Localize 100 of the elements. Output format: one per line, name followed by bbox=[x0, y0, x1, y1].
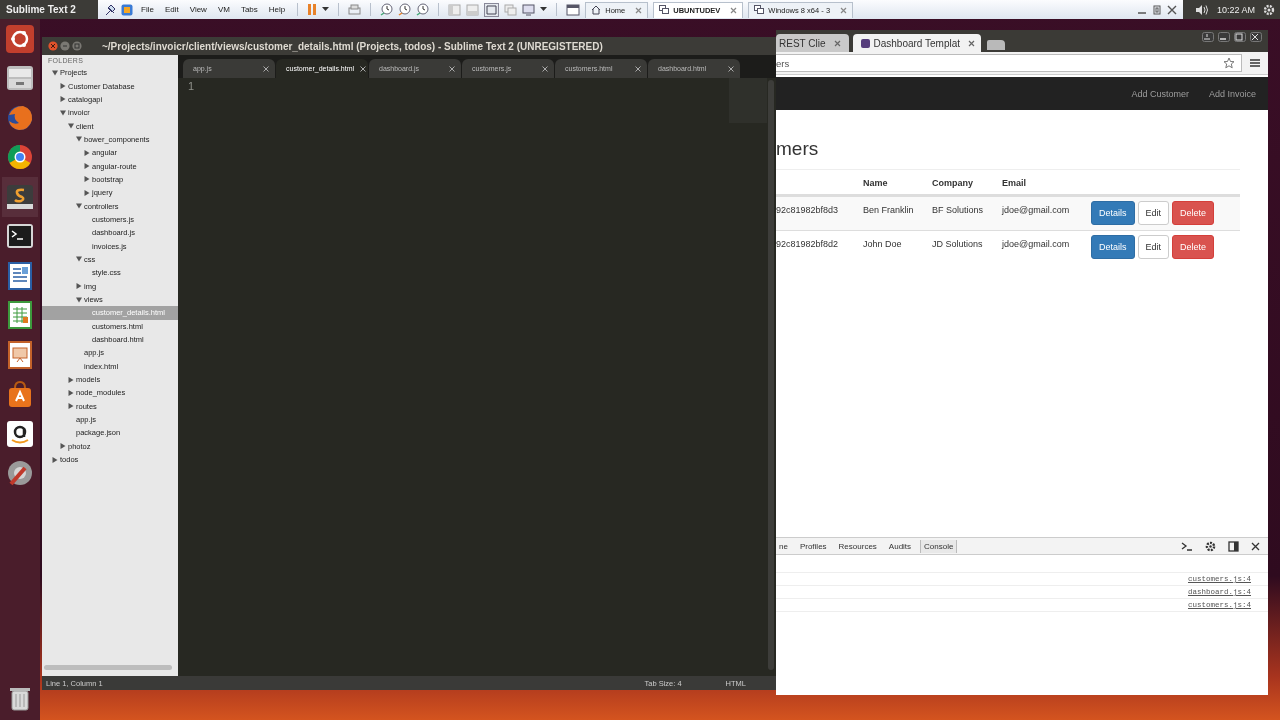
home-icon bbox=[591, 5, 602, 15]
page-heading: mers bbox=[776, 138, 820, 160]
gear-icon[interactable] bbox=[1205, 540, 1216, 552]
close-icon[interactable] bbox=[1251, 541, 1260, 551]
expanded-arrow-icon[interactable] bbox=[76, 296, 82, 303]
restore-icon[interactable] bbox=[1152, 4, 1162, 15]
prompt-icon[interactable] bbox=[1181, 541, 1193, 551]
action-button[interactable]: Details bbox=[1091, 235, 1135, 259]
browser-tab[interactable]: Dashboard Templat bbox=[852, 34, 981, 52]
pin-icon[interactable] bbox=[104, 3, 116, 16]
close-icon[interactable] bbox=[968, 39, 976, 47]
menu-icon[interactable] bbox=[1250, 58, 1260, 68]
menu-item[interactable]: VM bbox=[214, 5, 233, 14]
action-button[interactable]: Delete bbox=[1172, 235, 1215, 259]
round-logo-icon[interactable] bbox=[5, 23, 35, 54]
spreadsheet-icon[interactable] bbox=[5, 300, 35, 331]
close-icon[interactable] bbox=[449, 65, 455, 72]
caret-icon[interactable] bbox=[540, 7, 548, 12]
menu-item[interactable]: File bbox=[138, 5, 157, 14]
window-icon[interactable] bbox=[566, 3, 581, 16]
action-button[interactable]: Edit bbox=[1137, 201, 1170, 225]
devtools-tab[interactable]: Audits bbox=[885, 539, 915, 553]
close-icon[interactable] bbox=[542, 65, 548, 72]
devtools-tab[interactable]: Profiles bbox=[796, 539, 830, 553]
app-logo-icon[interactable] bbox=[121, 3, 133, 16]
collapsed-arrow-icon[interactable] bbox=[84, 163, 90, 170]
caret-icon[interactable] bbox=[322, 7, 330, 12]
expanded-arrow-icon[interactable] bbox=[76, 203, 82, 210]
menu-item[interactable]: Edit bbox=[161, 5, 182, 14]
screens-icon bbox=[754, 5, 765, 15]
menu-item[interactable]: View bbox=[186, 5, 210, 14]
close-icon[interactable] bbox=[1167, 4, 1177, 15]
horizontal-scrollbar[interactable] bbox=[44, 665, 172, 670]
star-icon[interactable] bbox=[1223, 57, 1235, 69]
clock-time[interactable]: 10:22 AM bbox=[1217, 4, 1256, 15]
nav-link[interactable]: Add Customer bbox=[1131, 88, 1189, 99]
close-icon[interactable] bbox=[635, 65, 641, 72]
collapsed-arrow-icon[interactable] bbox=[60, 83, 66, 89]
table-cell-text: jdoe@gmail.com bbox=[1002, 238, 1071, 249]
fullscreen-icon[interactable] bbox=[484, 2, 500, 17]
new-tab-button[interactable] bbox=[986, 40, 1005, 50]
close-button[interactable] bbox=[48, 41, 58, 51]
expanded-arrow-icon[interactable] bbox=[52, 69, 58, 76]
collapsed-arrow-icon[interactable] bbox=[84, 176, 90, 183]
table-cell-text: BF Solutions bbox=[932, 204, 985, 215]
dock-icon[interactable] bbox=[1228, 540, 1239, 552]
devtools-tab[interactable]: Resources bbox=[835, 539, 880, 553]
column-header: Company bbox=[932, 178, 974, 188]
maximize-button[interactable] bbox=[72, 41, 82, 51]
close-icon[interactable] bbox=[360, 65, 367, 72]
expanded-arrow-icon[interactable] bbox=[68, 123, 74, 130]
close-icon[interactable] bbox=[263, 65, 269, 72]
active-app-name: Sublime Text 2 bbox=[6, 4, 76, 15]
minimize-button[interactable] bbox=[60, 41, 70, 51]
collapsed-arrow-icon[interactable] bbox=[60, 443, 66, 450]
minimize-button[interactable] bbox=[1218, 32, 1230, 42]
browser-tab[interactable]: REST Clie bbox=[776, 34, 849, 52]
expanded-arrow-icon[interactable] bbox=[60, 109, 66, 116]
table-cell-text: Ben Franklin bbox=[863, 204, 915, 215]
clock-icon[interactable] bbox=[416, 3, 430, 16]
action-button[interactable]: Delete bbox=[1172, 201, 1215, 225]
close-button[interactable] bbox=[1250, 32, 1262, 42]
collapsed-arrow-icon[interactable] bbox=[68, 376, 74, 383]
table-cell-text: jdoe@gmail.com bbox=[1002, 204, 1071, 215]
expanded-arrow-icon[interactable] bbox=[76, 256, 82, 263]
expanded-arrow-icon[interactable] bbox=[76, 136, 82, 143]
collapsed-arrow-icon[interactable] bbox=[84, 189, 90, 196]
collapsed-arrow-icon[interactable] bbox=[60, 96, 66, 103]
table-cell-text: JD Solutions bbox=[932, 238, 984, 249]
devtools-tab[interactable]: Console bbox=[920, 539, 958, 553]
profile-button[interactable] bbox=[1202, 32, 1214, 42]
collapsed-arrow-icon[interactable] bbox=[68, 403, 74, 410]
slides-icon[interactable] bbox=[5, 339, 35, 370]
close-icon[interactable] bbox=[728, 65, 734, 72]
menu-item[interactable]: Tabs bbox=[237, 5, 261, 14]
table-cell-text: John Doe bbox=[863, 238, 903, 249]
action-button[interactable]: Details bbox=[1091, 201, 1135, 225]
devtools-tab[interactable]: ne bbox=[776, 539, 791, 553]
vertical-scrollbar[interactable] bbox=[768, 80, 774, 670]
volume-icon[interactable] bbox=[1195, 3, 1209, 16]
favicon-icon bbox=[860, 38, 870, 48]
menu-item[interactable]: Help bbox=[265, 5, 289, 14]
screens-icon bbox=[659, 5, 670, 15]
window-title: ~/Projects/invoicr/client/views/customer_details.html (Projects, todos) - Sublime Text 2 (UNREGISTERED) bbox=[102, 40, 603, 52]
column-header: Name bbox=[863, 178, 889, 188]
clock-icon[interactable] bbox=[398, 3, 412, 16]
document-icon[interactable] bbox=[5, 260, 35, 291]
address-bar[interactable]: ers bbox=[776, 54, 1242, 72]
collapsed-arrow-icon[interactable] bbox=[52, 456, 58, 463]
action-button[interactable]: Edit bbox=[1137, 235, 1170, 259]
collapsed-arrow-icon[interactable] bbox=[84, 149, 90, 156]
collapsed-arrow-icon[interactable] bbox=[76, 283, 82, 290]
pause-icon[interactable] bbox=[307, 4, 318, 15]
collapsed-arrow-icon[interactable] bbox=[68, 389, 74, 396]
maximize-button[interactable] bbox=[1234, 32, 1246, 42]
table-cell-text: 92c81982bf8d3 bbox=[776, 204, 840, 215]
column-header: Email bbox=[1002, 178, 1027, 188]
clock-icon[interactable] bbox=[380, 3, 394, 16]
nav-link[interactable]: Add Invoice bbox=[1208, 88, 1256, 99]
table-cell-text: 92c81982bf8d2 bbox=[776, 238, 840, 249]
